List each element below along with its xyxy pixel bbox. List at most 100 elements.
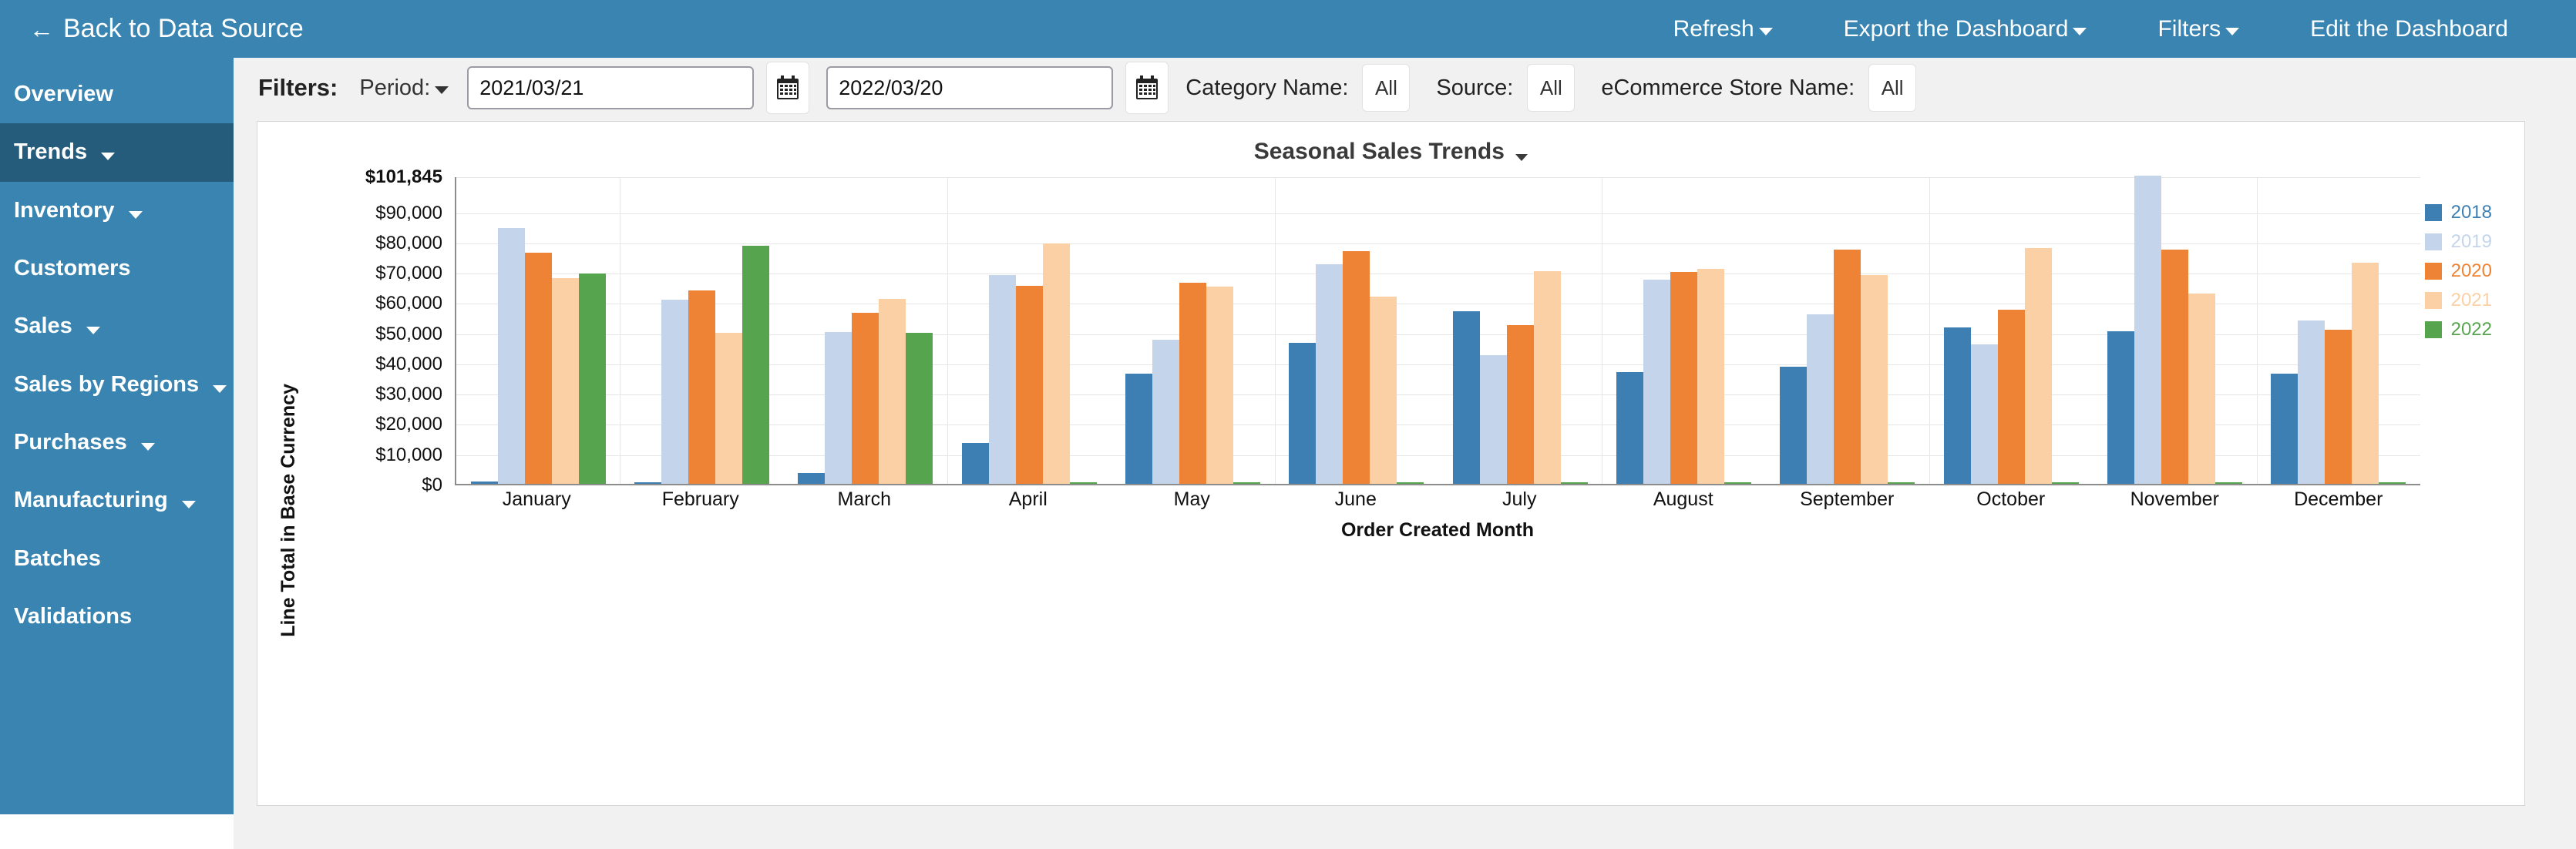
bar[interactable] [1316, 264, 1343, 484]
bar[interactable] [551, 277, 579, 484]
bar[interactable] [2188, 293, 2215, 484]
bar[interactable] [2352, 263, 2379, 484]
bar[interactable] [688, 290, 715, 484]
bar[interactable] [1452, 311, 1480, 484]
sidebar-item-sales-by-regions[interactable]: Sales by Regions [0, 356, 234, 414]
bar-group [784, 177, 947, 484]
bar[interactable] [825, 332, 853, 484]
legend-item[interactable]: 2020 [2424, 260, 2492, 282]
bar[interactable] [578, 273, 606, 484]
filters-menu[interactable]: Filters [2122, 16, 2275, 42]
bar[interactable] [497, 228, 525, 484]
edit-dashboard-button[interactable]: Edit the Dashboard [2275, 16, 2544, 42]
bar[interactable] [1643, 279, 1670, 484]
legend-item[interactable]: 2018 [2424, 202, 2492, 223]
bar[interactable] [1997, 310, 2025, 484]
source-filter-button[interactable]: All [1527, 64, 1576, 112]
bar-group [1766, 177, 1929, 484]
sidebar-item-validations[interactable]: Validations [0, 588, 234, 646]
bar[interactable] [2051, 482, 2079, 484]
bar[interactable] [715, 332, 742, 484]
bar-group [620, 177, 783, 484]
bar[interactable] [1970, 344, 1998, 484]
sidebar-item-sales[interactable]: Sales [0, 297, 234, 355]
back-to-data-source-link[interactable]: ← Back to Data Source [29, 14, 304, 44]
bar[interactable] [2271, 373, 2299, 484]
bar[interactable] [661, 300, 688, 484]
bar[interactable] [1152, 340, 1179, 484]
bar[interactable] [1616, 371, 1643, 484]
bar[interactable] [742, 245, 769, 484]
chevron-down-icon [1515, 154, 1528, 161]
bar-group [1111, 177, 1274, 484]
ecommerce-store-filter-button[interactable]: All [1868, 64, 1917, 112]
bar[interactable] [1807, 314, 1834, 484]
bar[interactable] [1834, 249, 1861, 484]
bar[interactable] [1861, 275, 1888, 484]
edit-dashboard-label: Edit the Dashboard [2310, 15, 2508, 42]
sidebar-item-purchases[interactable]: Purchases [0, 414, 234, 471]
legend-item[interactable]: 2022 [2424, 319, 2492, 341]
bar[interactable] [1042, 243, 1070, 484]
bar[interactable] [879, 299, 906, 484]
x-axis-tick: March [837, 488, 891, 510]
bar[interactable] [2161, 250, 2188, 484]
bar[interactable] [1179, 282, 1206, 484]
bar[interactable] [2298, 320, 2325, 484]
export-dashboard-menu[interactable]: Export the Dashboard [1808, 16, 2123, 42]
category-name-filter-button[interactable]: All [1362, 64, 1411, 112]
bar[interactable] [2134, 176, 2161, 484]
bar[interactable] [1697, 269, 1724, 484]
legend-item[interactable]: 2021 [2424, 290, 2492, 311]
bar[interactable] [1479, 355, 1507, 484]
bar[interactable] [634, 482, 661, 484]
bar[interactable] [1943, 327, 1971, 484]
refresh-menu[interactable]: Refresh [1638, 16, 1808, 42]
bar[interactable] [2024, 247, 2052, 484]
bar[interactable] [470, 482, 498, 484]
date-from-input[interactable] [467, 66, 755, 109]
bar[interactable] [906, 333, 933, 484]
bar[interactable] [1343, 251, 1370, 484]
y-axis-tick: $10,000 [375, 444, 442, 465]
bar[interactable] [1069, 482, 1097, 484]
sidebar-item-customers[interactable]: Customers [0, 240, 234, 297]
bar[interactable] [1289, 343, 1317, 484]
bar[interactable] [1125, 373, 1152, 484]
bar[interactable] [988, 275, 1016, 484]
bar[interactable] [1723, 482, 1751, 484]
bar[interactable] [1397, 482, 1424, 484]
sidebar-item-overview[interactable]: Overview [0, 65, 234, 123]
sidebar-item-batches[interactable]: Batches [0, 530, 234, 588]
bar[interactable] [1888, 482, 1915, 484]
bar-group [1929, 177, 2093, 484]
bar[interactable] [1533, 270, 1561, 484]
bar[interactable] [2325, 329, 2352, 484]
bar[interactable] [798, 473, 826, 484]
bar[interactable] [1506, 324, 1534, 484]
bar[interactable] [2379, 482, 2406, 484]
bar[interactable] [1233, 482, 1260, 484]
bar[interactable] [1015, 286, 1043, 484]
date-to-input[interactable] [826, 66, 1114, 109]
bar[interactable] [524, 252, 552, 484]
bar[interactable] [1670, 272, 1697, 484]
y-axis-tick-labels: $101,845 $90,000 $80,000 $70,000 $60,000 $50,… [304, 166, 452, 495]
chart-title[interactable]: Seasonal Sales Trends [257, 122, 2524, 165]
legend-item[interactable]: 2019 [2424, 231, 2492, 253]
bar[interactable] [1780, 367, 1808, 484]
legend-swatch-icon [2424, 204, 2442, 221]
sidebar-item-manufacturing[interactable]: Manufacturing [0, 471, 234, 529]
bar[interactable] [852, 313, 879, 484]
period-dropdown[interactable]: Period: [359, 76, 449, 101]
date-from-calendar-button[interactable] [766, 62, 810, 114]
date-to-calendar-button[interactable] [1125, 62, 1169, 114]
sidebar-item-inventory[interactable]: Inventory [0, 182, 234, 240]
bar[interactable] [1370, 296, 1397, 484]
bar[interactable] [1560, 482, 1588, 484]
bar[interactable] [2214, 482, 2242, 484]
sidebar-item-trends[interactable]: Trends [0, 123, 234, 182]
bar[interactable] [1206, 286, 1233, 484]
bar[interactable] [2107, 331, 2134, 484]
bar[interactable] [961, 442, 989, 484]
